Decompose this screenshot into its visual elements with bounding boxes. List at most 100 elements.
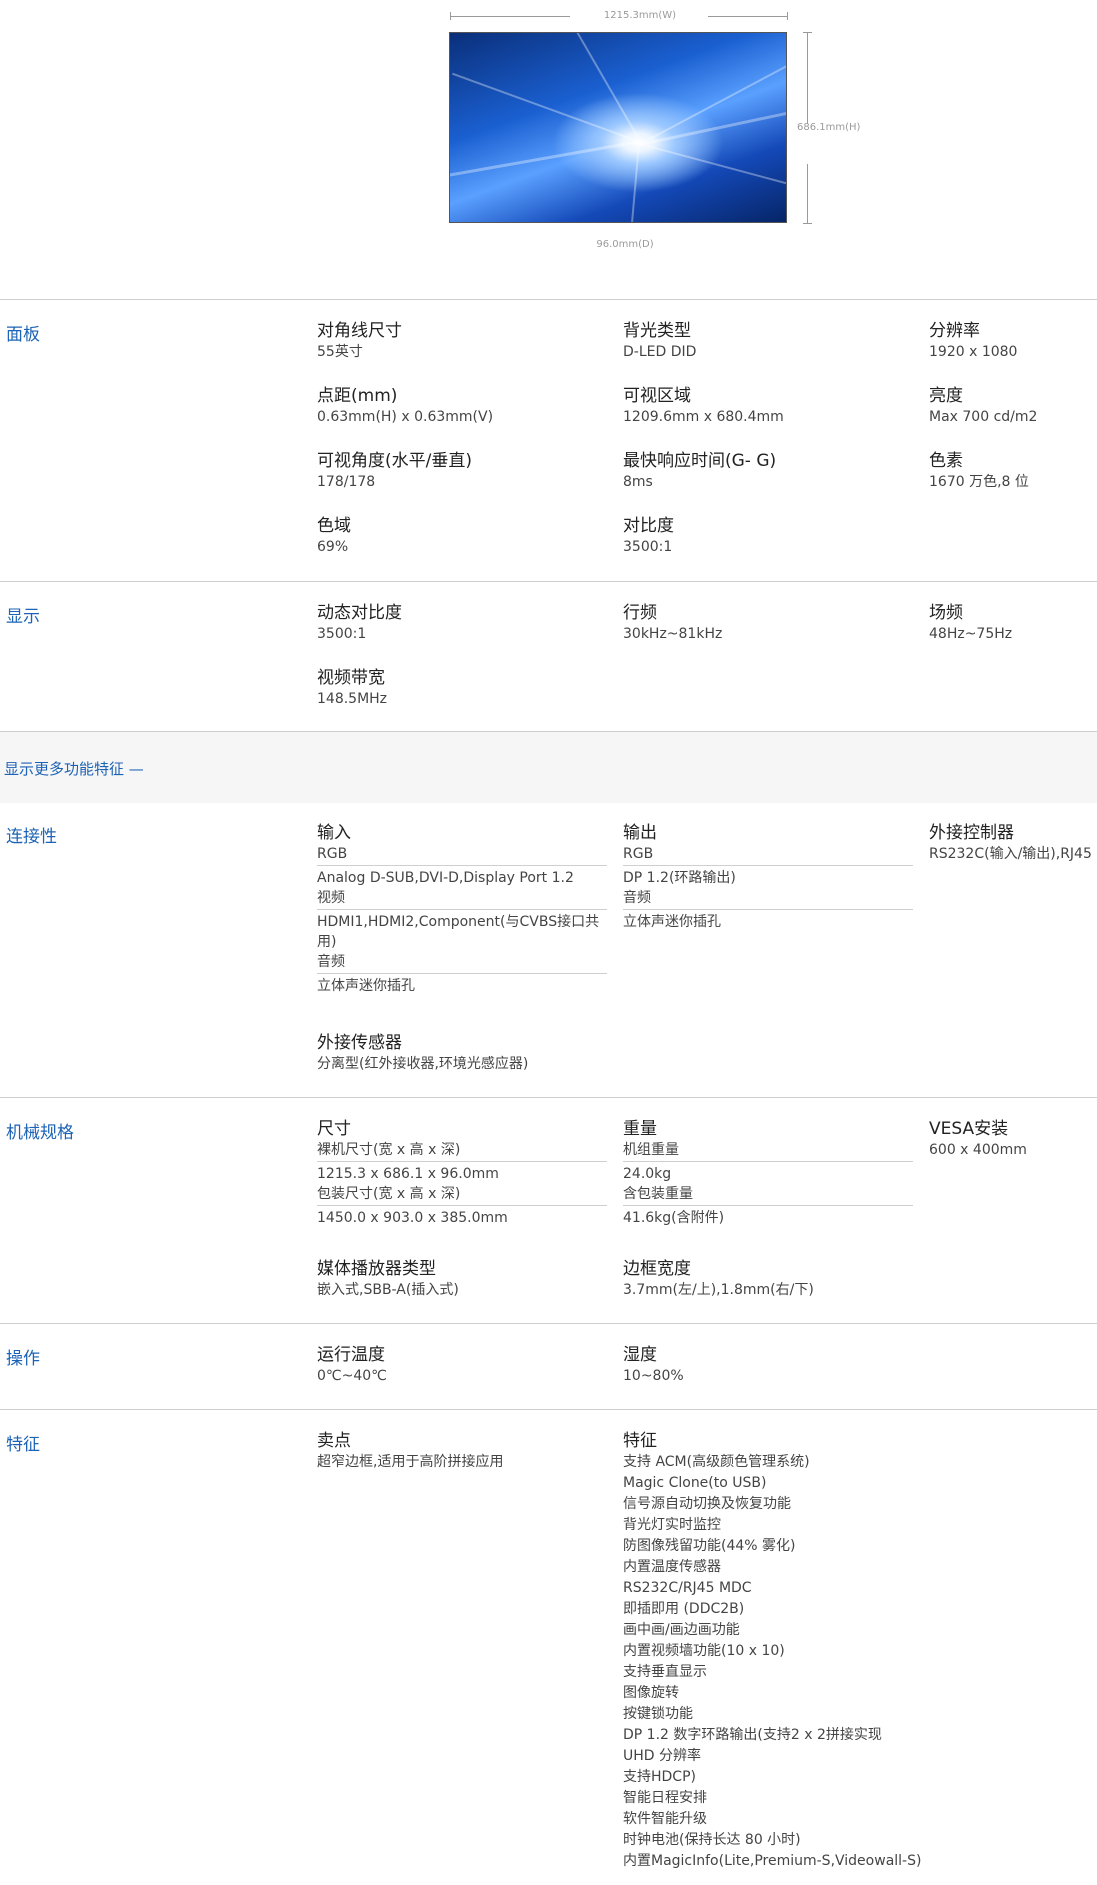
width-tick-right xyxy=(787,12,788,20)
spec-horizontal-frequency: 行频 30kHz~81kHz xyxy=(623,602,913,644)
section-title-panel: 面板 xyxy=(6,325,40,345)
feature-item: 防图像残留功能(44% 雾化) xyxy=(623,1538,796,1554)
feature-item: 支持垂直显示 xyxy=(623,1664,707,1680)
spec-sub-label: 视频 xyxy=(317,888,607,910)
spec-value: 55英寸 xyxy=(317,344,363,360)
height-dimension-line-top xyxy=(807,32,808,124)
spec-value: 69% xyxy=(317,539,349,555)
feature-item: 支持 ACM(高级颜色管理系统) xyxy=(623,1454,810,1470)
feature-item: 内置温度传感器 xyxy=(623,1559,721,1575)
spec-title: 对比度 xyxy=(623,516,674,536)
spec-video-bandwidth: 视频带宽 148.5MHz xyxy=(317,667,607,709)
spec-value: 1670 万色,8 位 xyxy=(929,474,1029,490)
spec-title: 特征 xyxy=(623,1431,657,1451)
feature-item: 内置视频墙功能(10 x 10) xyxy=(623,1643,785,1659)
spec-value: 148.5MHz xyxy=(317,691,388,707)
spec-title: 输入 xyxy=(317,823,351,843)
feature-item: RS232C/RJ45 MDC xyxy=(623,1580,752,1596)
spec-title: 动态对比度 xyxy=(317,603,402,623)
spec-sub-value: Analog D-SUB,DVI-D,Display Port 1.2 xyxy=(317,870,574,886)
spec-title: 可视区域 xyxy=(623,386,691,406)
feature-item: 画中画/画边画功能 xyxy=(623,1622,740,1638)
section-title-display: 显示 xyxy=(6,607,40,627)
feature-item: 时钟电池(保持长达 80 小时) xyxy=(623,1832,801,1848)
spec-input: 输入 RGB Analog D-SUB,DVI-D,Display Port 1… xyxy=(317,822,607,996)
spec-output: 输出 RGB DP 1.2(环路输出) 音频 立体声迷你插孔 xyxy=(623,822,913,932)
features-section: 特征 卖点 超窄边框,适用于高阶拼接应用 特征 支持 ACM(高级颜色管理系统)… xyxy=(0,1409,1097,1885)
feature-item: 按键锁功能 xyxy=(623,1706,693,1722)
panel-section: 面板 对角线尺寸 55英寸 背光类型 D-LED DID 分辨率 1920 x … xyxy=(0,299,1097,582)
section-title-connectivity: 连接性 xyxy=(6,827,57,847)
spec-contrast-ratio: 对比度 3500:1 xyxy=(623,515,913,557)
spec-value: RS232C(输入/输出),RJ45 xyxy=(929,846,1092,862)
spec-title: 点距(mm) xyxy=(317,386,398,406)
spec-value: 分离型(红外接收器,环境光感应器) xyxy=(317,1056,529,1072)
spec-title: 行频 xyxy=(623,603,657,623)
spec-value: 3500:1 xyxy=(317,626,367,642)
spec-value: 超窄边框,适用于高阶拼接应用 xyxy=(317,1454,504,1470)
mechanical-section: 机械规格 尺寸 裸机尺寸(宽 x 高 x 深) 1215.3 x 686.1 x… xyxy=(0,1097,1097,1324)
spec-resolution: 分辨率 1920 x 1080 xyxy=(929,320,1094,362)
spec-title: 重量 xyxy=(623,1119,657,1139)
spec-vertical-frequency: 场频 48Hz~75Hz xyxy=(929,602,1094,644)
spec-title: 分辨率 xyxy=(929,321,980,341)
spec-color-depth: 色素 1670 万色,8 位 xyxy=(929,450,1094,492)
spec-response-time: 最快响应时间(G- G) 8ms xyxy=(623,450,913,492)
show-more-features-bar: 显示更多功能特征 — xyxy=(0,731,1097,803)
spec-value: 48Hz~75Hz xyxy=(929,626,1013,642)
spec-title: 色素 xyxy=(929,451,963,471)
width-tick-left xyxy=(450,12,451,20)
feature-item: 图像旋转 xyxy=(623,1685,679,1701)
spec-pixel-pitch: 点距(mm) 0.63mm(H) x 0.63mm(V) xyxy=(317,385,607,427)
spec-sub-value: DP 1.2(环路输出) xyxy=(623,870,736,886)
height-tick-bottom xyxy=(803,223,812,224)
spec-value: 178/178 xyxy=(317,474,376,490)
spec-backlight-type: 背光类型 D-LED DID xyxy=(623,320,913,362)
spec-value: 30kHz~81kHz xyxy=(623,626,723,642)
width-dimension-label: 1215.3mm(W) xyxy=(603,10,677,21)
spec-title: 边框宽度 xyxy=(623,1259,691,1279)
spec-title: 输出 xyxy=(623,823,657,843)
spec-sub-value: HDMI1,HDMI2,Component(与CVBS接口共用) xyxy=(317,914,600,950)
spec-sub-label: RGB xyxy=(317,844,607,866)
spec-color-gamut: 色域 69% xyxy=(317,515,607,557)
spec-title: 亮度 xyxy=(929,386,963,406)
spec-active-area: 可视区域 1209.6mm x 680.4mm xyxy=(623,385,913,427)
spec-diagonal-size: 对角线尺寸 55英寸 xyxy=(317,320,607,362)
spec-viewing-angle: 可视角度(水平/垂直) 178/178 xyxy=(317,450,607,492)
spec-features-list: 特征 支持 ACM(高级颜色管理系统) Magic Clone(to USB) … xyxy=(623,1430,943,1872)
feature-item: 背光灯实时监控 xyxy=(623,1517,721,1533)
spec-sub-value: 1215.3 x 686.1 x 96.0mm xyxy=(317,1166,499,1182)
spec-value: 0.63mm(H) x 0.63mm(V) xyxy=(317,409,494,425)
spec-dynamic-contrast: 动态对比度 3500:1 xyxy=(317,602,607,644)
connectivity-section: 连接性 输入 RGB Analog D-SUB,DVI-D,Display Po… xyxy=(0,802,1097,1097)
spec-vesa-mount: VESA安装 600 x 400mm xyxy=(929,1118,1094,1160)
spec-external-control: 外接控制器 RS232C(输入/输出),RJ45 xyxy=(929,822,1097,864)
spec-title: 可视角度(水平/垂直) xyxy=(317,451,472,471)
spec-value: D-LED DID xyxy=(623,344,697,360)
show-more-features-link[interactable]: 显示更多功能特征 — xyxy=(4,758,144,779)
feature-item: 内置MagicInfo(Lite,Premium-S,Videowall-S) xyxy=(623,1853,922,1869)
section-title-mechanical: 机械规格 xyxy=(6,1123,74,1143)
feature-item: UHD 分辨率 xyxy=(623,1748,702,1764)
spec-value: 600 x 400mm xyxy=(929,1142,1027,1158)
spec-title: 湿度 xyxy=(623,1345,657,1365)
spec-title: VESA安装 xyxy=(929,1119,1009,1139)
spec-sub-value: 24.0kg xyxy=(623,1166,672,1182)
spec-title: 视频带宽 xyxy=(317,668,385,688)
spec-value: 3500:1 xyxy=(623,539,673,555)
spec-weight: 重量 机组重量 24.0kg 含包装重量 41.6kg(含附件) xyxy=(623,1118,913,1228)
spec-value: 0℃~40℃ xyxy=(317,1368,387,1384)
width-dimension-line-left xyxy=(450,16,570,17)
spec-title: 色域 xyxy=(317,516,351,536)
feature-item: 即插即用 (DDC2B) xyxy=(623,1601,745,1617)
spec-external-sensor: 外接传感器 分离型(红外接收器,环境光感应器) xyxy=(317,1032,607,1074)
spec-dimensions: 尺寸 裸机尺寸(宽 x 高 x 深) 1215.3 x 686.1 x 96.0… xyxy=(317,1118,607,1228)
depth-dimension-label: 96.0mm(D) xyxy=(596,239,654,250)
spec-value: 嵌入式,SBB-A(插入式) xyxy=(317,1282,459,1298)
feature-item: 软件智能升级 xyxy=(623,1811,707,1827)
spec-title: 运行温度 xyxy=(317,1345,385,1365)
spec-title: 卖点 xyxy=(317,1431,351,1451)
spec-sub-value: 立体声迷你插孔 xyxy=(317,978,415,994)
spec-title: 最快响应时间(G- G) xyxy=(623,451,777,471)
